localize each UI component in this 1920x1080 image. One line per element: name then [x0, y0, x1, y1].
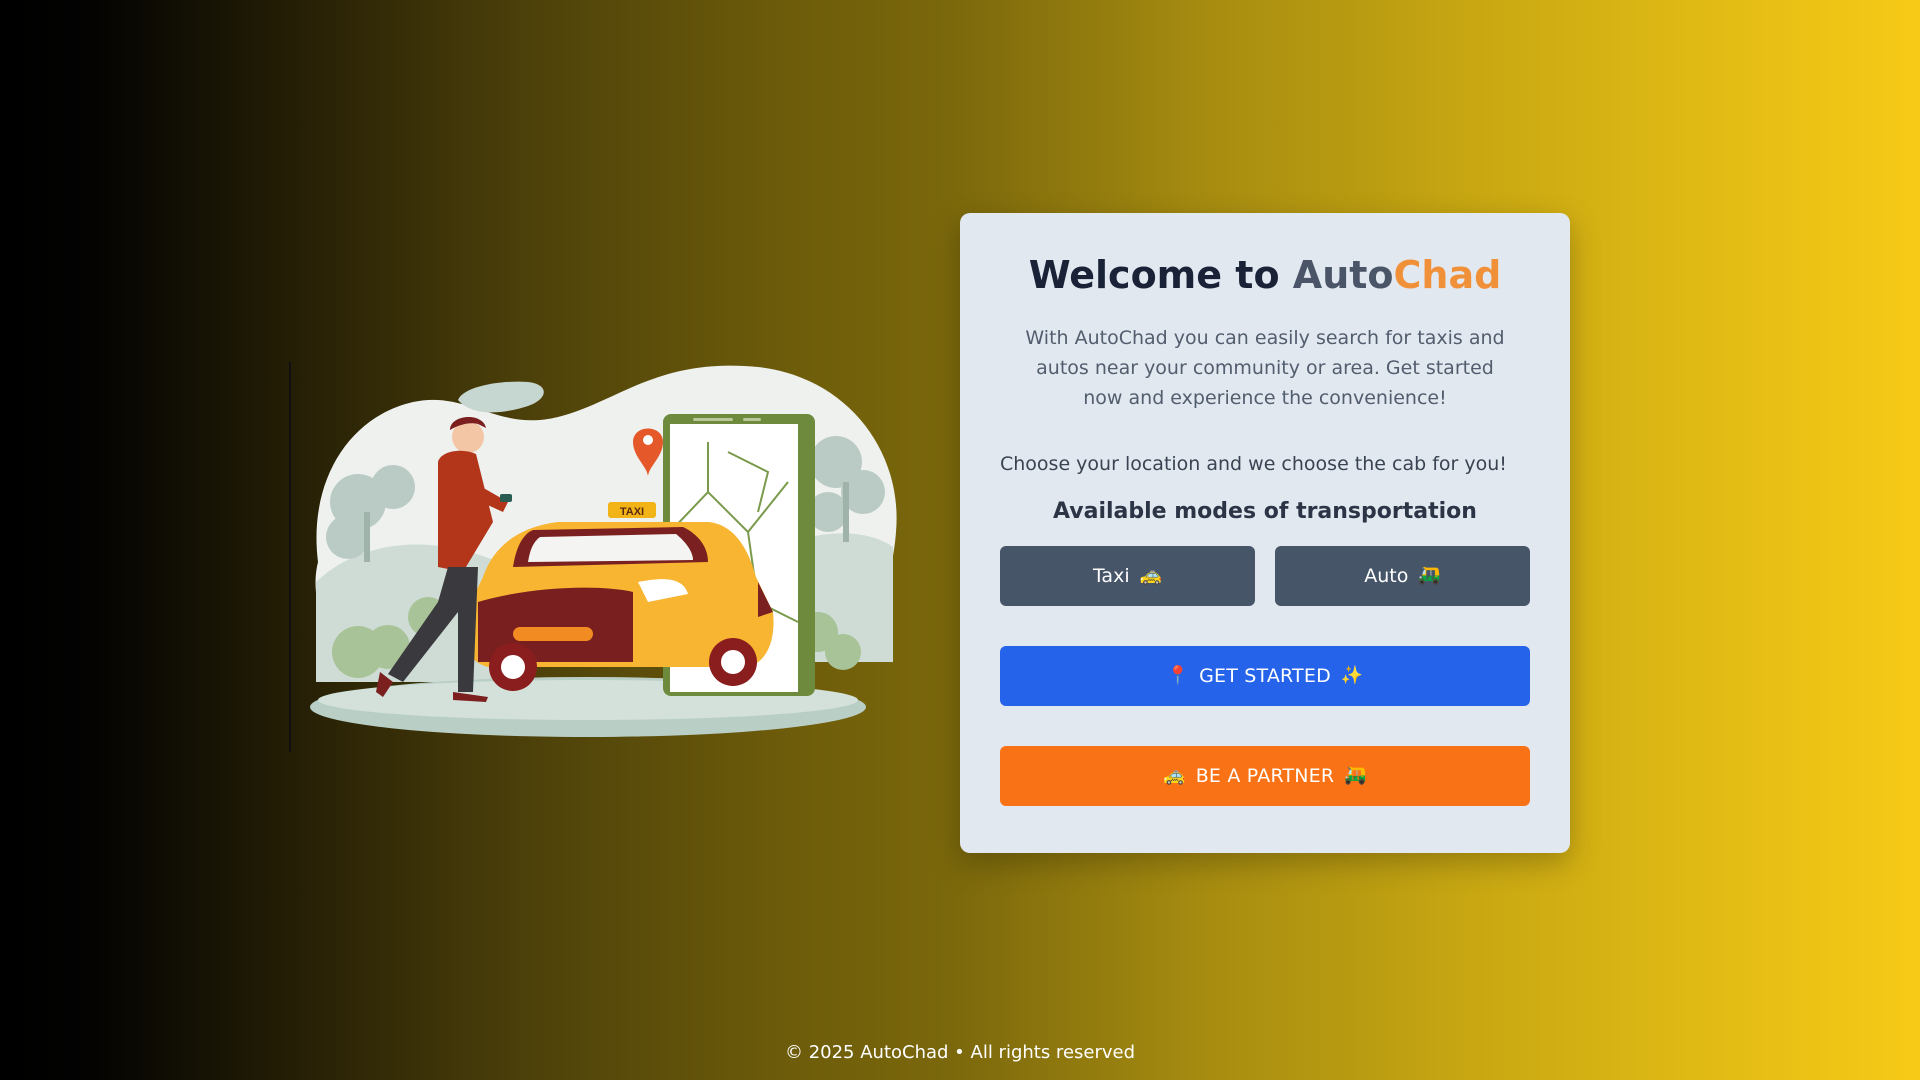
pin-icon: 📍 [1166, 665, 1190, 687]
transport-modes: Taxi 🚕 Auto 🛺 [1000, 545, 1530, 606]
brand-name-chad: Chad [1393, 253, 1502, 297]
footer-copyright: © 2025 AutoChad • All rights reserved [784, 1042, 1136, 1063]
choose-location-text: Choose your location and we choose the c… [1000, 452, 1507, 475]
cloud [458, 381, 544, 413]
welcome-title: Welcome to AutoChad [1000, 253, 1530, 299]
auto-mode-label: Auto [1364, 564, 1409, 587]
svg-text:TAXI: TAXI [620, 506, 644, 518]
taxi-icon: 🚕 [1139, 565, 1163, 587]
get-started-button[interactable]: 📍 GET STARTED ✨ [1000, 645, 1530, 706]
sparkles-icon: ✨ [1340, 665, 1364, 687]
be-a-partner-label: BE A PARTNER [1195, 764, 1335, 787]
get-started-label: GET STARTED [1199, 664, 1331, 687]
welcome-prefix: Welcome to [1028, 253, 1293, 297]
auto-rickshaw-icon: 🛺 [1418, 565, 1441, 587]
intro-text: With AutoChad you can easily search for … [1025, 326, 1505, 409]
hero-illustration: TAXI [288, 362, 900, 752]
taxi-icon: 🚕 [1163, 765, 1186, 787]
auto-rickshaw-icon: 🛺 [1344, 765, 1367, 787]
illustration-edge-line [289, 362, 291, 752]
taxi-mode-label: Taxi [1092, 564, 1130, 587]
welcome-card: Welcome to AutoChad With AutoChad you ca… [960, 213, 1570, 853]
brand-name-auto: Auto [1292, 253, 1394, 297]
be-a-partner-button[interactable]: 🚕 BE A PARTNER 🛺 [1000, 745, 1530, 806]
modes-title: Available modes of transportation [1053, 498, 1477, 524]
taxi-booking-illustration: TAXI [310, 365, 897, 737]
taxi-mode-button[interactable]: Taxi 🚕 [1000, 545, 1255, 606]
auto-mode-button[interactable]: Auto 🛺 [1275, 545, 1530, 606]
